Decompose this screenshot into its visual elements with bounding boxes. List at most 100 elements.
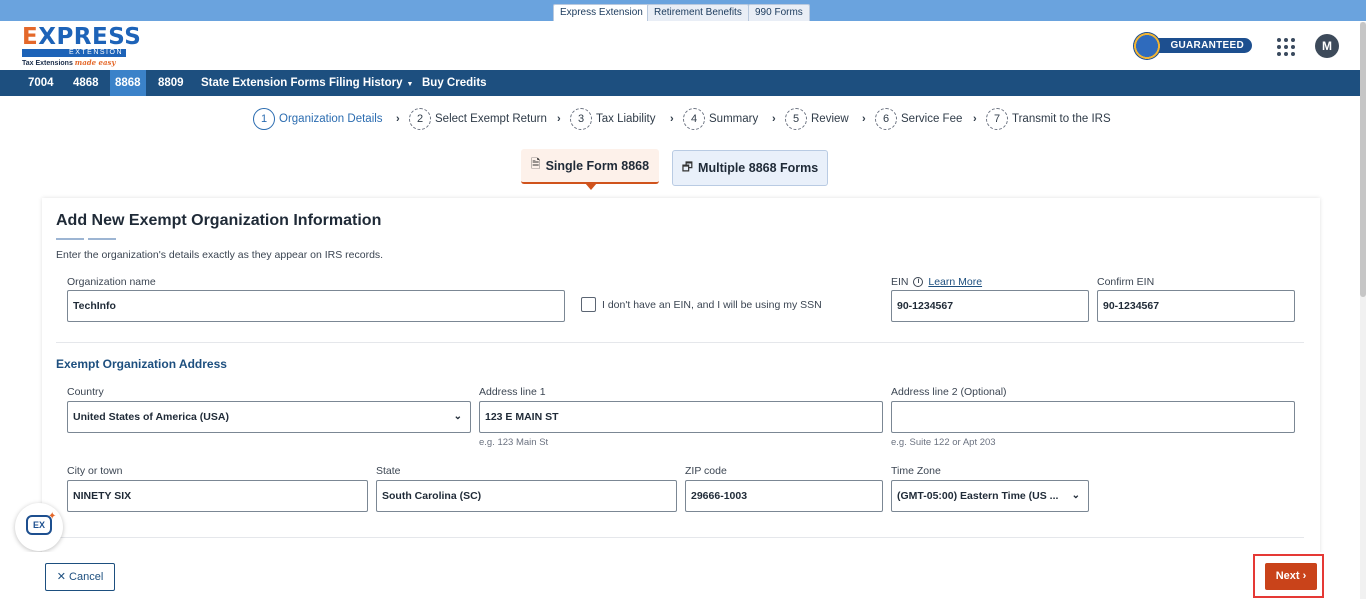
step-number: 7	[986, 108, 1008, 130]
info-icon[interactable]: i	[913, 277, 924, 288]
step-number: 6	[875, 108, 897, 130]
country-label: Country	[67, 386, 104, 398]
logo-tagline-plain: Tax Extensions	[22, 60, 73, 67]
guarantee-seal-icon	[1133, 32, 1161, 60]
step-label: Select Exempt Return	[435, 113, 547, 125]
section-divider	[56, 537, 1304, 538]
card-title: Add New Exempt Organization Information	[56, 212, 382, 229]
step-label: Organization Details	[279, 113, 383, 125]
nav-item-filing-history-label: Filing History	[329, 77, 403, 89]
chat-support-button[interactable]: EX ✦	[15, 503, 63, 551]
chevron-down-icon: ▼	[406, 81, 414, 88]
active-tab-pointer	[585, 183, 597, 190]
country-value: United States of America (USA)	[73, 411, 229, 423]
timezone-label: Time Zone	[891, 465, 941, 477]
section-divider	[56, 342, 1304, 343]
country-select[interactable]: United States of America (USA) ⌄	[67, 401, 471, 433]
step-number: 2	[409, 108, 431, 130]
next-button[interactable]: Next ›	[1265, 563, 1317, 590]
tab-multiple-label: Multiple 8868 Forms	[698, 161, 819, 175]
sparkle-icon: ✦	[48, 511, 57, 522]
nav-item-8809[interactable]: 8809	[153, 70, 189, 96]
state-label: State	[376, 465, 401, 477]
step-tax-liability: 3 Tax Liability	[570, 107, 655, 131]
step-label: Tax Liability	[596, 113, 656, 125]
org-name-label: Organization name	[67, 276, 156, 288]
timezone-select[interactable]: (GMT-05:00) Eastern Time (US ... ⌄	[891, 480, 1089, 512]
address2-label: Address line 2 (Optional)	[891, 386, 1007, 398]
cancel-button[interactable]: ✕ Cancel	[45, 563, 115, 591]
tab-multiple-8868-forms[interactable]: 🗗 Multiple 8868 Forms	[672, 150, 828, 186]
ein-label: EIN	[891, 276, 909, 288]
step-number: 3	[570, 108, 592, 130]
organization-info-card: Add New Exempt Organization Information …	[42, 198, 1320, 558]
step-number: 1	[253, 108, 275, 130]
confirm-ein-input[interactable]: 90-1234567	[1097, 290, 1295, 322]
document-icon: 🗎	[530, 157, 541, 171]
step-label: Service Fee	[901, 113, 963, 125]
address1-label: Address line 1	[479, 386, 546, 398]
ein-input[interactable]: 90-1234567	[891, 290, 1089, 322]
step-select-exempt-return: 2 Select Exempt Return	[409, 107, 547, 131]
step-label: Transmit to the IRS	[1012, 113, 1111, 125]
chevron-right-icon: ›	[1302, 570, 1307, 582]
address2-input[interactable]	[891, 401, 1295, 433]
logo-tagline-script: made easy	[74, 58, 116, 67]
tab-single-form-8868[interactable]: 🗎 Single Form 8868	[521, 149, 659, 190]
address1-input[interactable]: 123 E MAIN ST	[479, 401, 883, 433]
scrollbar-thumb[interactable]	[1360, 22, 1366, 297]
product-tab-express-extension[interactable]: Express Extension	[553, 4, 650, 21]
site-header: EXPRESS EXTENSION Tax Extensions made ea…	[0, 21, 1366, 70]
nav-item-buy-credits[interactable]: Buy Credits	[417, 70, 492, 96]
cancel-label: Cancel	[69, 571, 104, 583]
learn-more-link[interactable]: Learn More	[928, 276, 982, 288]
step-label: Summary	[709, 113, 759, 125]
state-input[interactable]: South Carolina (SC)	[376, 480, 677, 512]
nav-item-7004[interactable]: 7004	[23, 70, 59, 96]
main-nav: 7004 4868 8868 8809 State Extension Form…	[0, 70, 1362, 96]
title-underline	[88, 238, 116, 240]
step-organization-details: 1 Organization Details	[253, 107, 383, 131]
step-transmit-to-irs: 7 Transmit to the IRS	[986, 107, 1111, 131]
zip-input[interactable]: 29666-1003	[685, 480, 883, 512]
next-label: Next	[1275, 570, 1300, 582]
chevron-right-icon: ›	[862, 113, 866, 125]
title-underline	[56, 238, 84, 240]
chevron-down-icon: ⌄	[453, 411, 462, 422]
guaranteed-badge: GUARANTEED	[1133, 32, 1252, 60]
logo-tagline: Tax Extensions made easy	[22, 58, 132, 67]
chevron-right-icon: ›	[670, 113, 674, 125]
chevron-right-icon: ›	[557, 113, 561, 125]
chevron-right-icon: ›	[973, 113, 977, 125]
city-input[interactable]: NINETY SIX	[67, 480, 368, 512]
page-scrollbar[interactable]	[1360, 22, 1366, 599]
nav-item-8868[interactable]: 8868	[110, 70, 146, 96]
step-label: Review	[811, 113, 849, 125]
city-label: City or town	[67, 465, 123, 477]
no-ein-checkbox[interactable]	[581, 297, 596, 312]
logo-letter: E	[22, 24, 39, 50]
logo-bar: EXTENSION	[22, 49, 126, 57]
timezone-value: (GMT-05:00) Eastern Time (US ...	[897, 490, 1059, 502]
ein-label-row: EIN i Learn More	[891, 276, 982, 288]
product-tab-990-forms[interactable]: 990 Forms	[748, 4, 810, 21]
confirm-ein-label: Confirm EIN	[1097, 276, 1155, 288]
nav-item-4868[interactable]: 4868	[68, 70, 104, 96]
form-footer: ✕ Cancel Next ›	[0, 552, 1360, 599]
user-avatar[interactable]: M	[1315, 34, 1339, 58]
step-service-fee: 6 Service Fee	[875, 107, 962, 131]
logo-word: XPRESS	[38, 24, 142, 50]
chevron-right-icon: ›	[772, 113, 776, 125]
close-icon: ✕	[56, 571, 66, 583]
org-name-input[interactable]: TechInfo	[67, 290, 565, 322]
step-number: 4	[683, 108, 705, 130]
zip-label: ZIP code	[685, 465, 727, 477]
address1-hint: e.g. 123 Main St	[479, 437, 549, 448]
nav-item-filing-history[interactable]: Filing History ▼	[324, 70, 418, 96]
apps-grid-icon[interactable]	[1277, 38, 1295, 56]
address2-hint: e.g. Suite 122 or Apt 203	[891, 437, 996, 448]
product-tab-retirement-benefits[interactable]: Retirement Benefits	[647, 4, 749, 21]
tab-single-label: Single Form 8868	[545, 158, 650, 173]
express-extension-logo[interactable]: EXPRESS EXTENSION Tax Extensions made ea…	[22, 24, 141, 67]
nav-item-state-extension-forms[interactable]: State Extension Forms	[196, 70, 331, 96]
